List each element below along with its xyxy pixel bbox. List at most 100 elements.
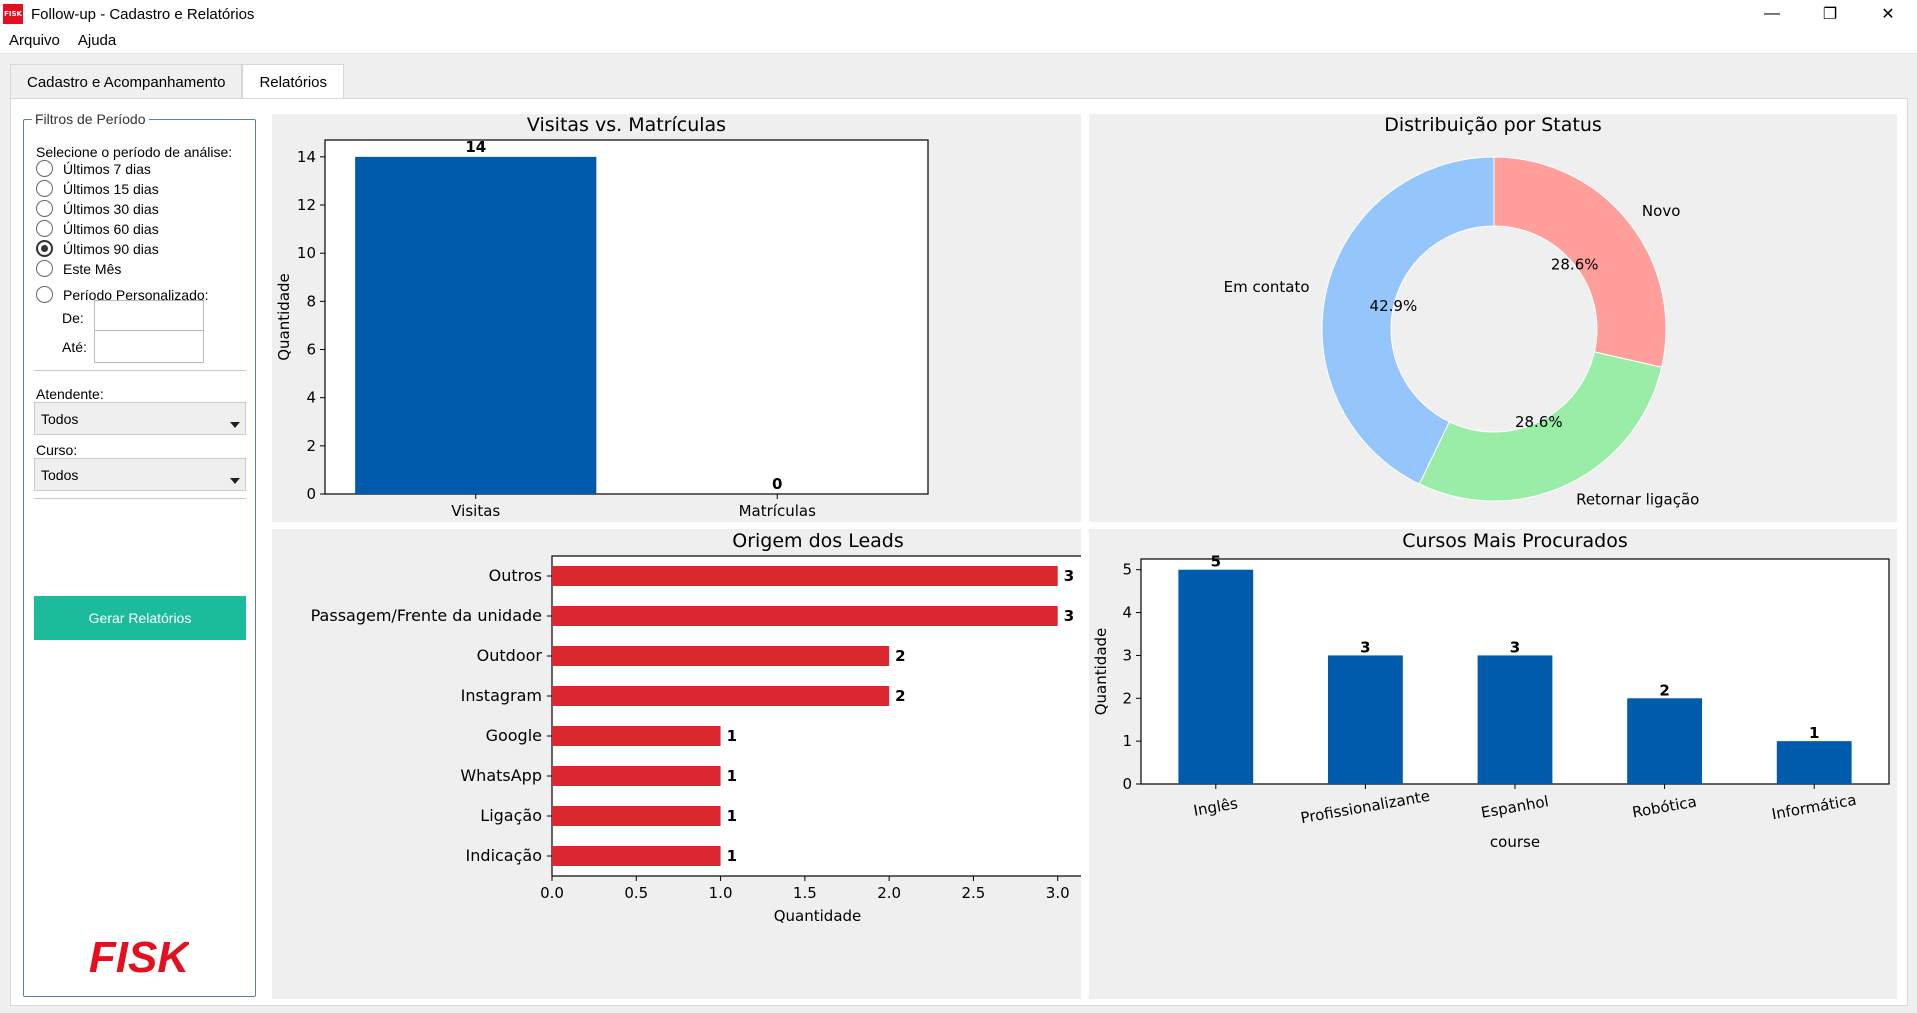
from-date-input[interactable] [94,300,204,333]
to-date-input[interactable] [94,330,204,363]
slice-label: Novo [1642,202,1680,220]
radio-label: Últimos 15 dias [63,180,159,197]
to-label: Até: [62,339,87,355]
bar [552,726,721,746]
data-label: 1 [727,847,737,865]
bar [355,156,597,494]
radio-label: Últimos 30 dias [63,200,159,217]
lead-origin-svg: Origem dos Leads 3 Outros 3 Passagem/Frente … [311,530,1081,925]
data-label: 14 [465,138,486,156]
period-prompt: Selecione o período de análise: [36,144,233,160]
y-tick-label: 2 [1122,689,1132,707]
y-tick-label: 10 [297,244,316,262]
menu-arquivo[interactable]: Arquivo [0,32,69,49]
y-tick-label: Google [486,726,542,745]
bar [552,846,721,866]
data-label: 3 [1510,638,1520,656]
bar [552,806,721,826]
y-tick-label: 12 [297,196,316,214]
bar [552,686,890,706]
bar [1477,655,1553,784]
y-tick-label: 14 [297,148,316,166]
bar [1328,655,1403,784]
slice-percent: 42.9% [1370,297,1418,315]
course-select[interactable]: Todos [34,458,246,491]
radio-7-days[interactable]: Últimos 7 dias [36,160,151,177]
attendant-select[interactable]: Todos [34,402,246,435]
x-tick-label: Espanhol [1480,792,1550,822]
data-label: 1 [1809,724,1819,742]
y-tick-label: 8 [306,292,316,310]
bar [552,646,890,666]
y-tick-label: 4 [1122,604,1132,622]
status-distribution-chart: Distribuição por Status 28.6% Novo 28.6% Ret… [1089,114,1897,522]
radio-button[interactable] [36,180,53,197]
radio-button-checked[interactable] [36,240,53,257]
chart-title: Distribuição por Status [1384,114,1602,136]
tab-relatorios[interactable]: Relatórios [242,64,344,100]
y-tick-label: 2 [306,437,316,455]
period-filters-group: Filtros de Período Selecione o período d… [23,111,256,997]
slice-label: Em contato [1224,278,1310,296]
slice-label: Retornar ligação [1576,490,1699,508]
from-label: De: [62,310,84,326]
fisk-logo: FISK [89,933,189,982]
generate-reports-button[interactable]: Gerar Relatórios [34,596,246,640]
chart-title: Visitas vs. Matrículas [527,114,726,136]
bar [1178,569,1254,784]
radio-button[interactable] [36,200,53,217]
y-tick-label: Outdoor [477,646,543,665]
x-tick-label: Matrículas [739,502,816,520]
y-tick-label: Passagem/Frente da unidade [311,606,542,625]
x-tick-label: 2.5 [961,884,985,902]
plot-area [551,555,1081,877]
lead-origin-chart: Origem dos Leads 3 Outros 3 Passagem/Frente … [272,529,1081,999]
radio-90-days[interactable]: Últimos 90 dias [36,240,159,257]
y-tick-label: 3 [1122,646,1132,664]
visits-enrollments-svg: Visitas vs. Matrículas 14 Visitas 0 Matrícul… [275,114,929,520]
radio-this-month[interactable]: Este Mês [36,260,121,277]
bar [552,766,721,786]
data-label: 0 [772,475,782,493]
radio-button[interactable] [36,160,53,177]
course-label: Curso: [36,442,78,458]
y-tick-label: 4 [306,389,316,407]
maximize-icon[interactable]: ❐ [1801,0,1859,28]
bar [552,566,1058,586]
y-tick-label: Instagram [461,686,542,705]
tab-cadastro[interactable]: Cadastro e Acompanhamento [10,64,243,99]
x-tick-label: 0.0 [540,884,564,902]
bar [1627,698,1702,784]
minimize-icon[interactable]: — [1743,0,1801,28]
radio-label: Este Mês [63,260,122,277]
bar [1776,741,1852,784]
radio-button[interactable] [36,286,53,303]
radio-30-days[interactable]: Últimos 30 dias [36,200,159,217]
menu-ajuda[interactable]: Ajuda [69,32,125,49]
bar [552,606,1058,626]
divider [34,498,246,499]
reports-pane: Filtros de Período Selecione o período d… [10,98,1908,1006]
top-courses-chart: Cursos Mais Procurados 5 Inglês 3 Profission… [1089,529,1897,999]
window-controls: — ❐ ✕ [1743,0,1917,28]
y-axis-label: Quantidade [1092,628,1110,716]
x-axis-label: Quantidade [774,907,862,925]
radio-60-days[interactable]: Últimos 60 dias [36,220,159,237]
y-tick-label: 1 [1122,732,1132,750]
top-courses-svg: Cursos Mais Procurados 5 Inglês 3 Profission… [1092,530,1890,851]
y-tick-label: Ligação [480,806,542,825]
data-label: 1 [727,807,737,825]
close-icon[interactable]: ✕ [1859,0,1917,28]
radio-button[interactable] [36,220,53,237]
radio-button[interactable] [36,260,53,277]
course-value: Todos [41,466,79,483]
data-label: 3 [1360,638,1370,656]
tab-bar: Cadastro e Acompanhamento Relatórios [10,64,344,100]
x-tick-label: 0.5 [624,884,648,902]
x-tick-label: Informática [1770,791,1857,824]
x-tick-label: Robótica [1631,792,1698,821]
radio-15-days[interactable]: Últimos 15 dias [36,180,159,197]
menu-bar: Arquivo Ajuda [0,28,1917,54]
y-tick-label: 5 [1122,561,1132,579]
y-tick-label: 0 [1122,775,1132,793]
